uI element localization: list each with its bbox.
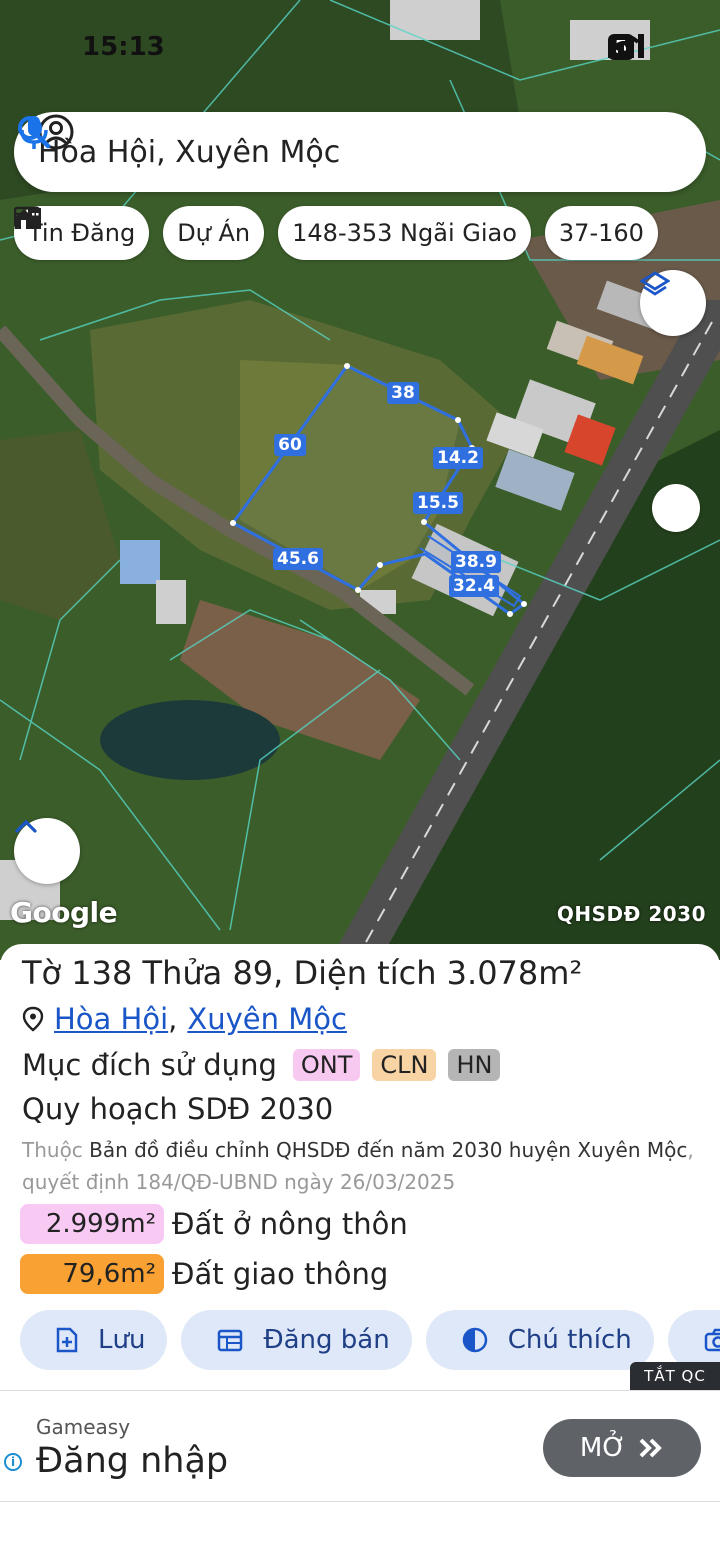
edge-label: 15.5 (413, 492, 463, 514)
parcel-location: Hòa Hội, Xuyên Mộc (22, 1002, 347, 1036)
save-button[interactable]: Lưu (20, 1310, 168, 1370)
purpose-tag-ont: ONT (292, 1049, 361, 1081)
chip-label: Dự Án (177, 219, 251, 247)
layers-icon (640, 271, 670, 296)
area-type-label: Đất giao thông (172, 1257, 389, 1291)
plan-title: Quy hoạch SDĐ 2030 (22, 1092, 334, 1126)
area-label: Diện tích (293, 954, 437, 992)
legend-label: Chú thích (507, 1325, 632, 1355)
post-icon (218, 1329, 243, 1352)
plan-description: Thuộc Bản đồ điều chỉnh QHSDĐ đến năm 20… (22, 1134, 702, 1198)
layers-button[interactable] (640, 270, 706, 336)
ad-info-icon[interactable]: i (4, 1453, 22, 1471)
app: 38 60 14.2 15.5 45.6 38.932.4 15:13 5 Hòa Hội… (0, 0, 720, 1560)
sheet-number: 138 (71, 954, 133, 992)
expand-up-button[interactable] (14, 818, 80, 884)
microphone-icon[interactable] (14, 112, 54, 152)
edge-label: 45.6 (273, 548, 323, 570)
edge-label: 38 (387, 382, 419, 404)
search-query[interactable]: Hòa Hội, Xuyên Mộc (38, 135, 706, 170)
edge-label: 38.9 (451, 551, 501, 573)
location-pin-icon (22, 1006, 44, 1032)
area-row-residential: 2.999m² Đất ở nông thôn (20, 1204, 408, 1244)
satellite-map[interactable]: 38 60 14.2 15.5 45.6 38.932.4 15:13 5 Hòa Hội… (0, 0, 720, 960)
district-link[interactable]: Xuyên Mộc (187, 1002, 347, 1036)
area-value: 3.078m² (446, 954, 583, 992)
save-icon (56, 1327, 78, 1353)
land-use-purpose: Mục đích sử dụng ONT CLN HN (22, 1048, 501, 1082)
plan-overlay-label: QHSDĐ 2030 (556, 902, 706, 926)
ad-open-label: MỞ (579, 1433, 627, 1463)
chip-du-an[interactable]: Dự Án (15, 206, 265, 260)
chevron-up-icon (15, 819, 37, 833)
desc-main: Bản đồ điều chỉnh QHSDĐ đến năm 2030 huy… (89, 1138, 688, 1162)
google-attribution: Google (10, 896, 118, 929)
parcel-title: Tờ 138 Thửa 89, Diện tích 3.078m² (22, 954, 583, 992)
purpose-tag-hn: HN (448, 1049, 501, 1081)
edge-label: 32.4 (449, 575, 499, 597)
post-sale-label: Đăng bán (263, 1325, 390, 1355)
chip-label: Tin Đăng (28, 219, 136, 247)
ad-headline: Đăng nhập (36, 1441, 229, 1481)
ad-banner[interactable]: i Gameasy Đăng nhập MỞ (0, 1390, 720, 1502)
edge-label: 14.2 (433, 447, 483, 469)
camera-button[interactable]: C (667, 1310, 720, 1370)
ad-brand: Gameasy (36, 1415, 131, 1439)
wifi-icon (608, 34, 640, 58)
ward-link[interactable]: Hòa Hội (54, 1002, 168, 1036)
plot-number: 89 (232, 954, 274, 992)
camera-icon (704, 1328, 720, 1352)
legend-icon (462, 1327, 487, 1353)
status-time: 15:13 (82, 32, 165, 62)
desc-prefix: Thuộc (22, 1138, 83, 1162)
edge-label: 60 (274, 434, 306, 456)
area-value-box: 2.999m² (20, 1204, 164, 1244)
chip-label: 37-160 (558, 219, 644, 247)
area-value-box: 79,6m² (20, 1254, 164, 1294)
plot-label: Thửa (142, 954, 223, 992)
close-ad-button[interactable]: TẮT QC (630, 1362, 720, 1390)
status-icons: 5 (608, 34, 644, 60)
purpose-label: Mục đích sử dụng (22, 1048, 277, 1082)
building-icon (15, 208, 41, 229)
filter-chips: Tin Đăng Dự Án 148-353 Ngãi Giao 37-160 (14, 206, 658, 260)
post-sale-button[interactable]: Đăng bán (181, 1310, 412, 1370)
chip-label: 148-353 Ngãi Giao (292, 219, 517, 247)
double-chevron-right-icon (639, 1438, 662, 1458)
sheet-label: Tờ (22, 954, 62, 992)
legend-button[interactable]: Chú thích (425, 1310, 654, 1370)
action-buttons: Lưu Đăng bán Chú thích C (20, 1310, 720, 1370)
area-row-transport: 79,6m² Đất giao thông (20, 1254, 388, 1294)
map-control-button[interactable] (652, 484, 700, 532)
purpose-tag-cln: CLN (372, 1049, 437, 1081)
ad-open-button[interactable]: MỞ (543, 1419, 701, 1477)
search-bar[interactable]: Hòa Hội, Xuyên Mộc (14, 112, 706, 192)
chip-ngai-giao[interactable]: 148-353 Ngãi Giao (278, 206, 531, 260)
chip-37-160[interactable]: 37-160 (544, 206, 658, 260)
area-type-label: Đất ở nông thôn (172, 1207, 408, 1241)
save-label: Lưu (98, 1325, 146, 1355)
location-separator: , (168, 1002, 178, 1036)
